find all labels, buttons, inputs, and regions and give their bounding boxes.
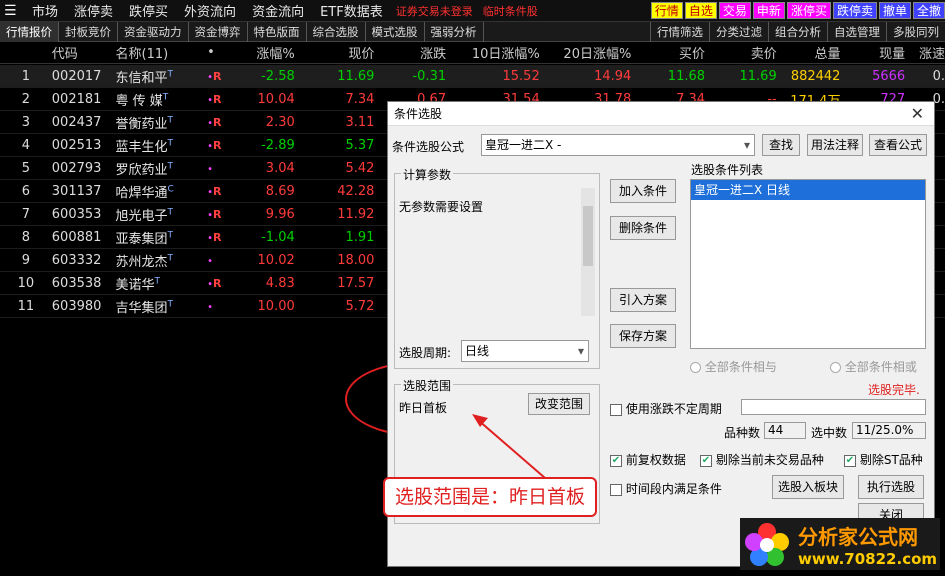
annotation-callout: 选股范围是：昨日首板 <box>383 477 597 517</box>
watermark-url: www.70822.com <box>798 549 938 568</box>
site-watermark: 分析家公式网 www.70822.com <box>740 518 940 570</box>
watermark-title: 分析家公式网 <box>798 524 918 549</box>
flower-logo-icon <box>745 523 789 566</box>
